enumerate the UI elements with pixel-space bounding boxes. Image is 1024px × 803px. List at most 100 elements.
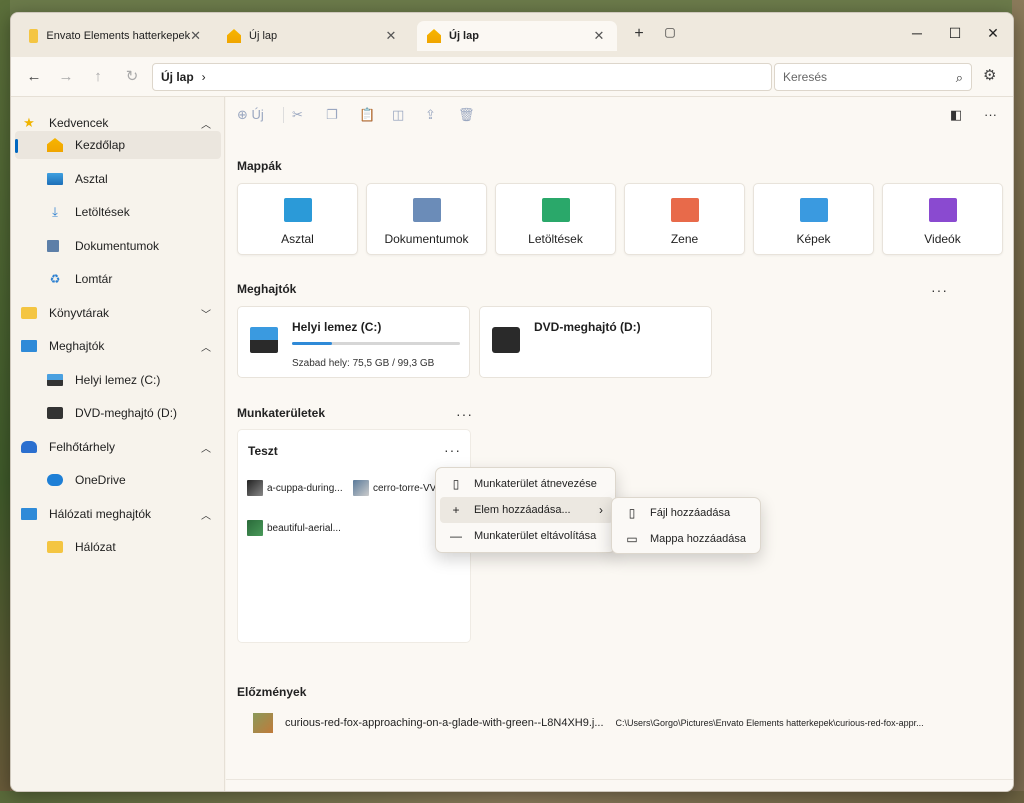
tab-overview-icon[interactable]: ▢ — [658, 25, 682, 39]
drives-more-options-icon[interactable]: ··· — [931, 282, 948, 298]
tab-uj-lap-2[interactable]: Új lap ✕ — [417, 21, 617, 51]
downloads-folder-icon — [542, 198, 570, 222]
close-tab-icon[interactable]: ✕ — [383, 28, 399, 44]
workspace-item-label: cerro-torre-VV — [373, 482, 437, 494]
chevron-right-icon: › — [201, 70, 206, 84]
menu-item-add-file[interactable]: ▯ Fájl hozzáadása — [616, 500, 758, 526]
menu-item-rename-workspace[interactable]: ▯ Munkaterület átnevezése — [440, 471, 613, 497]
sidebar-item-network[interactable]: Hálózat — [15, 533, 221, 561]
copy-icon[interactable]: ❐ — [326, 107, 338, 123]
preview-pane-icon[interactable]: ◧ — [950, 107, 962, 123]
workspace-item[interactable]: beautiful-aerial... — [247, 520, 341, 536]
maximize-button[interactable]: ☐ — [937, 19, 973, 47]
tab-envato[interactable]: Envato Elements hatterkepek ✕ — [19, 21, 211, 51]
sidebar-item-downloads[interactable]: ⤓ Letöltések — [15, 198, 221, 226]
menu-item-remove-workspace[interactable]: — Munkaterület eltávolítása — [440, 523, 613, 549]
folder-icon — [47, 541, 63, 553]
section-title-history: Előzmények — [237, 685, 307, 699]
pictures-folder-icon — [800, 198, 828, 222]
chevron-up-icon[interactable]: ︿ — [201, 116, 211, 131]
chevron-up-icon[interactable]: ︿ — [201, 507, 211, 522]
main-content: ⊕ Új ✂ ❐ 📋 ◫ ⇪ 🗑 ◧ ··· Mappák Asztal Dok… — [226, 97, 1013, 791]
sidebar-item-label: Asztal — [75, 172, 108, 186]
drive-usage-bar — [292, 342, 460, 345]
chevron-down-icon[interactable]: ﹀ — [201, 306, 211, 321]
tab-label: Envato Elements hatterkepek — [46, 30, 191, 42]
history-file-path: C:\Users\Gorgo\Pictures\Envato Elements … — [615, 718, 924, 728]
paste-icon[interactable]: 📋 — [359, 107, 375, 123]
chevron-up-icon[interactable]: ︿ — [201, 339, 211, 354]
breadcrumb[interactable]: Új lap — [161, 70, 194, 84]
folder-card-videos[interactable]: Videók — [882, 183, 1003, 255]
sidebar-item-dvd-drive[interactable]: DVD-meghajtó (D:) — [15, 399, 221, 427]
sidebar-item-onedrive[interactable]: OneDrive — [15, 466, 221, 494]
back-arrow-icon[interactable]: ← — [23, 66, 45, 88]
up-arrow-icon[interactable]: ↑ — [87, 66, 109, 88]
address-bar[interactable]: Új lap › — [152, 63, 772, 91]
sidebar-item-drives[interactable]: Meghajtók ︿ — [15, 332, 221, 360]
drive-card-c[interactable]: Helyi lemez (C:) Szabad hely: 75,5 GB / … — [237, 306, 470, 378]
desktop-icon — [47, 173, 63, 185]
submenu: ▯ Fájl hozzáadása ▭ Mappa hozzáadása — [611, 497, 761, 554]
tab-label: Új lap — [449, 30, 479, 42]
more-options-icon[interactable]: ··· — [984, 107, 997, 122]
divider — [226, 779, 1013, 780]
drive-card-d[interactable]: DVD-meghajtó (D:) — [479, 306, 712, 378]
sidebar-item-label: Kezdőlap — [75, 138, 126, 152]
folder-card-pictures[interactable]: Képek — [753, 183, 874, 255]
new-item-button[interactable]: ⊕ Új — [237, 107, 264, 123]
sidebar-item-desktop[interactable]: Asztal — [15, 165, 221, 193]
videos-folder-icon — [929, 198, 957, 222]
context-menu: ▯ Munkaterület átnevezése + Elem hozzáad… — [435, 467, 616, 553]
menu-item-label: Mappa hozzáadása — [650, 533, 747, 545]
rename-icon[interactable]: ◫ — [392, 107, 404, 123]
sidebar-item-network-drives[interactable]: Hálózati meghajtók ︿ — [15, 500, 221, 528]
minus-icon: — — [450, 529, 462, 543]
menu-item-add-folder[interactable]: ▭ Mappa hozzáadása — [616, 526, 758, 552]
navigation-bar: ← → ↑ ↻ Új lap › Keresés ⌕ ⚙ — [11, 57, 1013, 97]
sidebar-item-home[interactable]: Kezdőlap — [15, 131, 221, 159]
sidebar-item-recycle-bin[interactable]: ♻ Lomtár — [15, 265, 221, 293]
plus-icon: + — [452, 503, 460, 517]
workspace-item[interactable]: a-cuppa-during... — [247, 480, 343, 496]
sidebar-item-libraries[interactable]: Könyvtárak ﹀ — [15, 299, 221, 327]
cut-icon[interactable]: ✂ — [292, 107, 303, 123]
folder-card-downloads[interactable]: Letöltések — [495, 183, 616, 255]
section-title-folders: Mappák — [237, 159, 282, 173]
command-toolbar: ⊕ Új ✂ ❐ 📋 ◫ ⇪ 🗑 ◧ ··· — [226, 97, 1013, 133]
minimize-button[interactable]: ─ — [899, 19, 935, 47]
gear-icon[interactable]: ⚙ — [983, 66, 996, 84]
cloud-icon — [21, 441, 37, 453]
menu-item-add-item[interactable]: + Elem hozzáadása... › — [440, 497, 613, 523]
workspaces-more-options-icon[interactable]: ··· — [456, 406, 473, 422]
new-label: Új — [251, 107, 264, 122]
folder-card-music[interactable]: Zene — [624, 183, 745, 255]
sidebar-item-label: Dokumentumok — [75, 239, 160, 253]
sidebar-item-cloud[interactable]: Felhőtárhely ︿ — [15, 433, 221, 461]
close-tab-icon[interactable]: ✕ — [591, 28, 607, 44]
tab-uj-lap-1[interactable]: Új lap ✕ — [217, 21, 409, 51]
workspace-item-label: beautiful-aerial... — [267, 522, 341, 534]
refresh-icon[interactable]: ↻ — [121, 66, 143, 88]
image-thumbnail — [247, 480, 263, 496]
delete-icon[interactable]: 🗑 — [458, 107, 475, 123]
search-icon[interactable]: ⌕ — [956, 70, 963, 86]
history-row[interactable]: curious-red-fox-approaching-on-a-glade-w… — [253, 713, 1013, 733]
home-icon — [227, 29, 241, 43]
search-input[interactable]: Keresés ⌕ — [774, 63, 972, 91]
menu-item-label: Fájl hozzáadása — [650, 507, 731, 519]
share-icon[interactable]: ⇪ — [425, 107, 436, 123]
new-tab-button[interactable]: + — [627, 25, 651, 43]
sidebar-item-label: Letöltések — [75, 205, 130, 219]
sidebar-item-local-disk[interactable]: Helyi lemez (C:) — [15, 366, 221, 394]
folder-card-documents[interactable]: Dokumentumok — [366, 183, 487, 255]
chevron-up-icon[interactable]: ︿ — [201, 440, 211, 455]
folder-card-desktop[interactable]: Asztal — [237, 183, 358, 255]
forward-arrow-icon[interactable]: → — [55, 66, 77, 88]
sidebar-item-documents[interactable]: Dokumentumok — [15, 232, 221, 260]
close-tab-icon[interactable]: ✕ — [190, 28, 201, 44]
workspace-item[interactable]: cerro-torre-VV — [353, 480, 436, 496]
drive-free-space: Szabad hely: 75,5 GB / 99,3 GB — [292, 358, 435, 369]
workspace-more-options-icon[interactable]: ··· — [444, 442, 461, 458]
close-button[interactable]: ✕ — [975, 19, 1011, 47]
